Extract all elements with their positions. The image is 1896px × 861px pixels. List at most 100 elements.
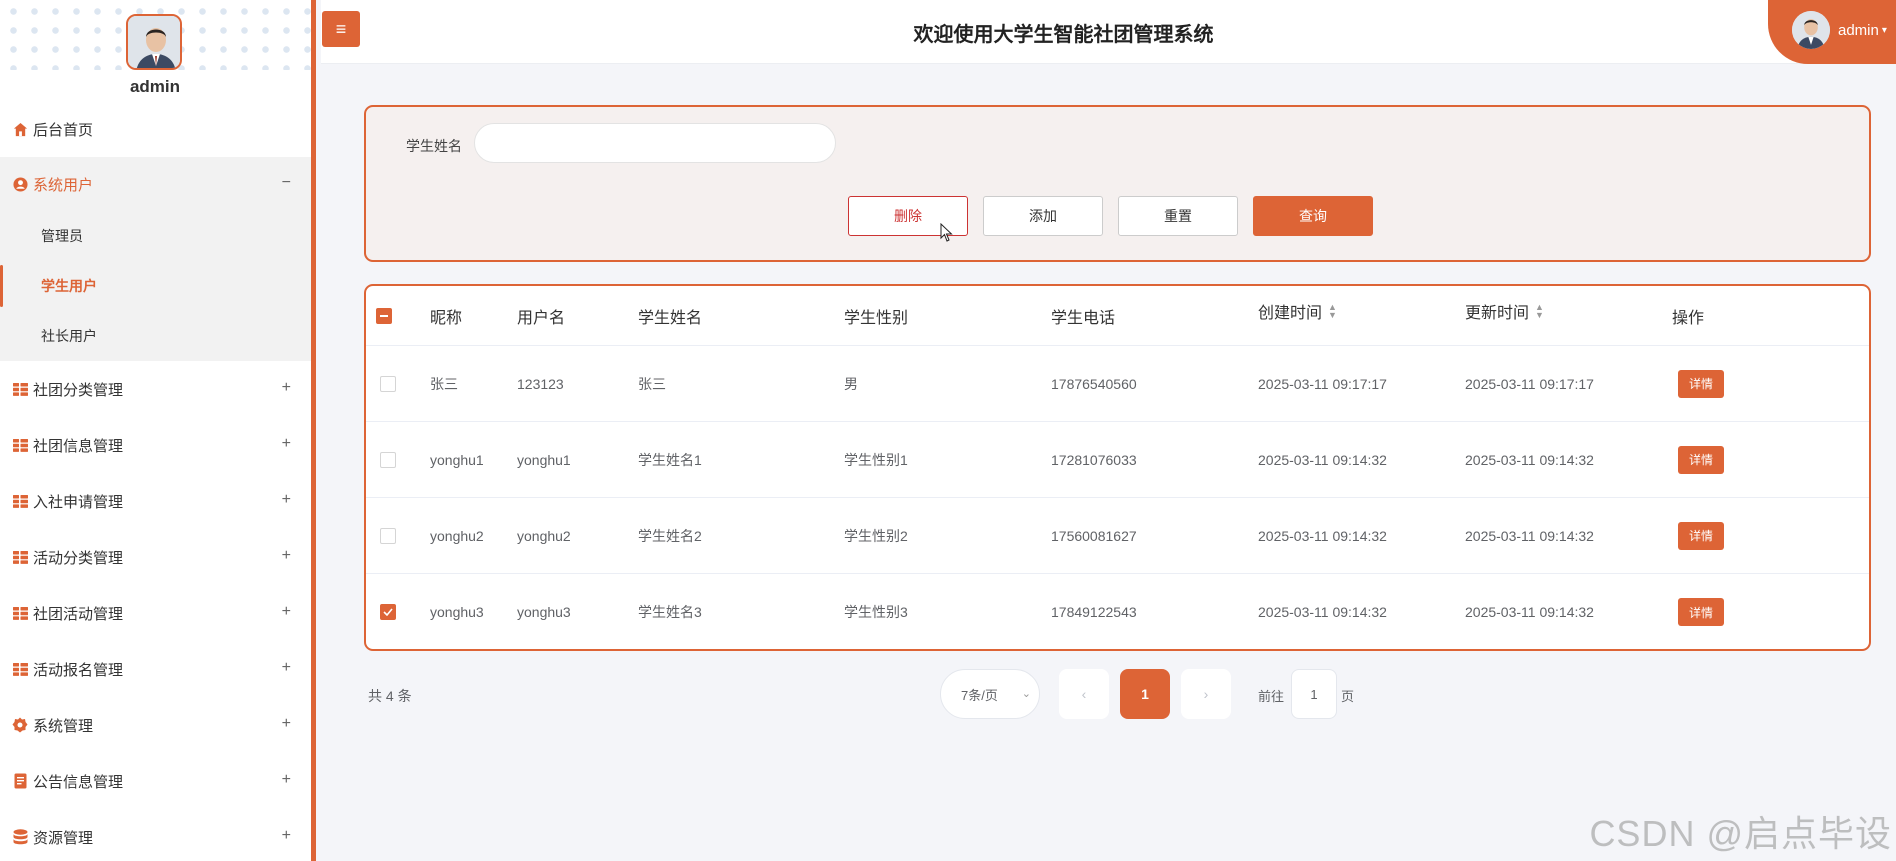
sidebar-item-system-users[interactable]: 系统用户 − xyxy=(0,157,311,211)
cell-gender: 学生性别2 xyxy=(844,527,908,544)
row-checkbox[interactable] xyxy=(380,527,396,544)
prev-page-button[interactable]: ‹ xyxy=(1059,669,1109,719)
expand-icon: + xyxy=(281,491,291,509)
gear-icon xyxy=(12,717,28,733)
user-menu[interactable]: admin ▾ xyxy=(1768,0,1896,64)
cell-updated: 2025-03-11 09:17:17 xyxy=(1465,375,1594,392)
grid-icon xyxy=(12,493,28,509)
cell-created: 2025-03-11 09:14:32 xyxy=(1258,527,1387,544)
expand-icon: + xyxy=(281,715,291,733)
column-header-username: 用户名 xyxy=(517,309,566,327)
student-name-label: 学生姓名 xyxy=(406,138,462,154)
database-icon xyxy=(12,829,28,845)
column-header-created[interactable]: 创建时间 ▲ ▼ xyxy=(1258,286,1337,340)
column-header-gender: 学生性别 xyxy=(844,309,909,327)
column-header-phone: 学生电话 xyxy=(1051,309,1116,327)
add-button[interactable]: 添加 xyxy=(983,196,1103,236)
detail-button[interactable]: 详情 xyxy=(1678,445,1724,474)
cell-student-name: 学生姓名1 xyxy=(638,451,702,468)
sidebar-item-home[interactable]: 后台首页 xyxy=(0,101,311,157)
row-checkbox[interactable] xyxy=(380,604,396,620)
expand-icon: + xyxy=(281,827,291,845)
mouse-cursor-icon xyxy=(940,222,954,248)
pagination: 共 4 条 7条/页 ⌄ ‹ 1 › 前往 1 页 xyxy=(364,669,1871,719)
top-bar: ≡ 欢迎使用大学生智能社团管理系统 admin ▾ xyxy=(321,0,1896,64)
goto-suffix: 页 xyxy=(1341,689,1355,704)
search-panel: 学生姓名 删除 添加 重置 查询 xyxy=(364,105,1871,262)
expand-icon: + xyxy=(281,659,291,677)
sidebar-item-resource-management[interactable]: 资源管理 + xyxy=(0,809,311,861)
sidebar-item-label: 后台首页 xyxy=(33,121,94,139)
cell-updated: 2025-03-11 09:14:32 xyxy=(1465,604,1594,620)
page-number[interactable]: 1 xyxy=(1120,669,1170,719)
cell-created: 2025-03-11 09:14:32 xyxy=(1258,604,1387,620)
sidebar-item-join-application[interactable]: 入社申请管理 + xyxy=(0,473,311,529)
sidebar-item-activity-category[interactable]: 活动分类管理 + xyxy=(0,529,311,585)
table-row: yonghu1 yonghu1 学生姓名1 学生性别1 17281076033 … xyxy=(366,422,1869,498)
sort-icon[interactable]: ▲ ▼ xyxy=(1328,302,1337,319)
admin-name: admin xyxy=(129,77,181,96)
admin-avatar xyxy=(126,14,182,70)
user-avatar xyxy=(1792,11,1830,49)
cell-phone: 17876540560 xyxy=(1051,375,1137,392)
detail-button[interactable]: 详情 xyxy=(1678,521,1724,550)
cell-created: 2025-03-11 09:14:32 xyxy=(1258,451,1387,468)
page-title: 欢迎使用大学生智能社团管理系统 xyxy=(913,24,1214,46)
sidebar-item-system-management[interactable]: 系统管理 + xyxy=(0,697,311,753)
sidebar-item-label: 公告信息管理 xyxy=(33,773,124,791)
query-button[interactable]: 查询 xyxy=(1253,196,1373,236)
cell-student-name: 学生姓名3 xyxy=(638,604,702,620)
cell-phone: 17281076033 xyxy=(1051,451,1137,468)
sidebar-subitem-admin[interactable]: 管理员 xyxy=(0,211,311,261)
cell-gender: 学生性别3 xyxy=(844,604,908,620)
sidebar-item-club-info[interactable]: 社团信息管理 + xyxy=(0,417,311,473)
sidebar-item-notice-management[interactable]: 公告信息管理 + xyxy=(0,753,311,809)
sidebar-item-club-activity[interactable]: 社团活动管理 + xyxy=(0,585,311,641)
cell-gender: 学生性别1 xyxy=(844,451,908,468)
student-name-input[interactable] xyxy=(474,123,836,163)
watermark: CSDN @启点毕设 xyxy=(1589,813,1892,854)
sidebar-item-label: 入社申请管理 xyxy=(33,493,124,511)
sidebar-subitem-leader-users[interactable]: 社长用户 xyxy=(0,311,311,361)
expand-icon: + xyxy=(281,771,291,789)
table-row: 张三 123123 张三 男 17876540560 2025-03-11 09… xyxy=(366,346,1869,422)
sidebar-item-club-category[interactable]: 社团分类管理 + xyxy=(0,361,311,417)
user-circle-icon xyxy=(12,176,28,192)
sidebar: admin 后台首页 系统用户 − 管理员 学生用户 社长用户 社团分类管理 +… xyxy=(0,0,316,861)
cell-phone: 17849122543 xyxy=(1051,604,1137,620)
grid-icon xyxy=(12,381,28,397)
sort-icon[interactable]: ▲ ▼ xyxy=(1535,302,1544,319)
cell-created: 2025-03-11 09:17:17 xyxy=(1258,375,1387,392)
sidebar-subitem-student-users[interactable]: 学生用户 xyxy=(0,261,311,311)
goto-page-input[interactable]: 1 xyxy=(1291,669,1337,719)
row-checkbox[interactable] xyxy=(380,375,396,392)
next-page-button[interactable]: › xyxy=(1181,669,1231,719)
detail-button[interactable]: 详情 xyxy=(1678,369,1724,398)
table-header: 昵称 用户名 学生姓名 学生性别 学生电话 创建时间 ▲ ▼ 更新时间 ▲ ▼ 操作 xyxy=(366,286,1869,346)
home-icon xyxy=(12,121,28,137)
expand-icon: + xyxy=(281,603,291,621)
cell-username: yonghu2 xyxy=(517,527,571,544)
user-table: 昵称 用户名 学生姓名 学生性别 学生电话 创建时间 ▲ ▼ 更新时间 ▲ ▼ 操作… xyxy=(364,284,1871,651)
cell-gender: 男 xyxy=(844,375,858,392)
column-header-updated[interactable]: 更新时间 ▲ ▼ xyxy=(1465,286,1544,340)
reset-button[interactable]: 重置 xyxy=(1118,196,1238,236)
column-header-student-name: 学生姓名 xyxy=(638,309,703,327)
cell-student-name: 张三 xyxy=(638,375,666,392)
row-checkbox[interactable] xyxy=(380,451,396,468)
system-users-group: 系统用户 − 管理员 学生用户 社长用户 xyxy=(0,157,311,361)
table-row: yonghu3 yonghu3 学生姓名3 学生性别3 17849122543 … xyxy=(366,574,1869,649)
document-icon xyxy=(12,773,28,789)
detail-button[interactable]: 详情 xyxy=(1678,598,1724,626)
sidebar-item-activity-signup[interactable]: 活动报名管理 + xyxy=(0,641,311,697)
sidebar-item-label: 活动分类管理 xyxy=(33,549,124,567)
cell-phone: 17560081627 xyxy=(1051,527,1137,544)
chevron-right-icon: › xyxy=(1203,686,1209,702)
sidebar-item-label: 资源管理 xyxy=(33,829,94,847)
grid-icon xyxy=(12,549,28,565)
page-size-select[interactable]: 7条/页 ⌄ xyxy=(940,669,1040,719)
select-all-checkbox[interactable] xyxy=(376,307,392,324)
cell-updated: 2025-03-11 09:14:32 xyxy=(1465,527,1594,544)
cell-nickname: yonghu3 xyxy=(430,604,484,620)
cell-nickname: yonghu2 xyxy=(430,527,484,544)
